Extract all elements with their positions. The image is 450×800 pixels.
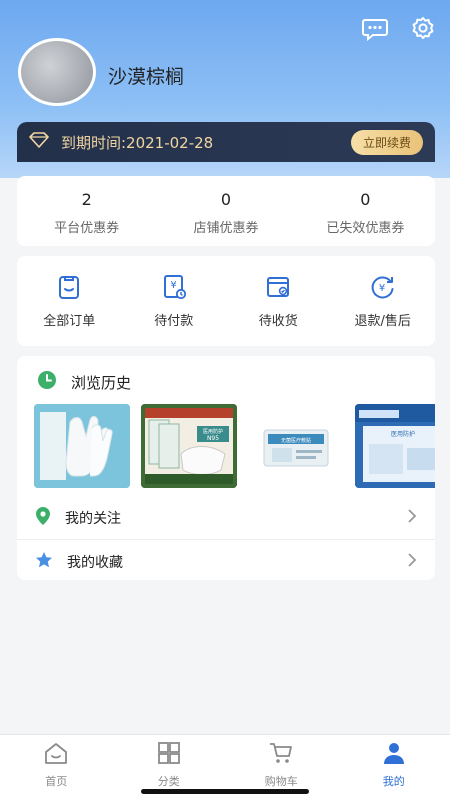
membership-bar: 到期时间:2021-02-28 立即续费 (17, 122, 435, 162)
product-thumbnail-protective[interactable]: 医用防护 (355, 404, 435, 488)
coupon-label: 平台优惠券 (54, 221, 120, 236)
settings-icon[interactable] (408, 14, 438, 44)
location-pin-icon (35, 506, 51, 530)
home-indicator (141, 789, 309, 794)
username: 沙漠棕榈 (108, 66, 185, 88)
user-icon (381, 741, 407, 769)
diamond-icon (29, 132, 49, 152)
tab-label: 购物车 (264, 775, 298, 788)
store-coupons[interactable]: 0 店铺优惠券 (156, 176, 295, 246)
expired-coupons[interactable]: 0 已失效优惠券 (296, 176, 435, 246)
coupon-count: 2 (81, 190, 92, 209)
star-icon (35, 551, 53, 573)
tab-label: 首页 (45, 775, 68, 788)
platform-coupons[interactable]: 2 平台优惠券 (17, 176, 156, 246)
coupon-count: 0 (220, 190, 232, 209)
tab-mine[interactable]: 我的 (338, 735, 450, 800)
order-label: 退款/售后 (354, 314, 411, 329)
coupon-label: 已失效优惠券 (326, 221, 405, 236)
browse-history-card: 浏览历史 医用防护 N95 无菌医疗敷贴 医用防护 我的关注 我的收藏 (17, 356, 435, 580)
coupon-summary: 2 平台优惠券 0 店铺优惠券 0 已失效优惠券 (17, 176, 435, 246)
svg-text:N95: N95 (207, 435, 219, 442)
cart-icon (268, 741, 294, 769)
my-favorites-label: 我的收藏 (67, 555, 123, 571)
header-actions (360, 14, 438, 44)
svg-text:医用防护: 医用防护 (203, 428, 223, 435)
my-favorites-row[interactable]: 我的收藏 (17, 540, 435, 584)
my-follows-label: 我的关注 (65, 510, 121, 527)
my-follows-row[interactable]: 我的关注 (17, 496, 435, 540)
history-title: 浏览历史 (71, 373, 132, 392)
refund-button[interactable]: ¥ 退款/售后 (331, 256, 436, 346)
order-shortcuts: 全部订单 ¥ 待付款 待收货 ¥ 退款/售后 (17, 256, 435, 346)
product-thumbnail-n95[interactable]: 医用防护 N95 (141, 404, 237, 488)
coupon-label: 店铺优惠券 (193, 221, 259, 236)
history-thumbnails: 医用防护 N95 无菌医疗敷贴 医用防护 (34, 404, 435, 488)
chevron-right-icon (407, 508, 417, 528)
avatar[interactable] (18, 38, 96, 106)
tab-label: 分类 (157, 775, 180, 788)
order-label: 待收货 (258, 314, 298, 329)
chevron-right-icon (407, 552, 417, 572)
coupon-count: 0 (360, 190, 371, 209)
order-label: 全部订单 (43, 314, 96, 329)
pending-payment-button[interactable]: ¥ 待付款 (122, 256, 227, 346)
tab-label: 我的 (382, 775, 405, 788)
product-thumbnail-gloves[interactable] (34, 404, 130, 488)
history-header[interactable]: 浏览历史 (37, 370, 131, 394)
svg-text:¥: ¥ (170, 280, 176, 291)
expiry-date: 到期时间:2021-02-28 (61, 133, 214, 152)
refund-icon: ¥ (370, 274, 396, 300)
clipboard-icon (56, 274, 82, 300)
delivery-icon (265, 274, 291, 300)
tab-home[interactable]: 首页 (0, 735, 113, 800)
product-thumbnail-dressing[interactable]: 无菌医疗敷贴 (248, 404, 344, 488)
pending-delivery-button[interactable]: 待收货 (226, 256, 331, 346)
svg-text:¥: ¥ (379, 283, 385, 294)
home-icon (43, 741, 69, 769)
svg-text:医用防护: 医用防护 (391, 430, 415, 438)
clock-icon (37, 370, 57, 394)
payment-icon: ¥ (161, 274, 187, 300)
all-orders-button[interactable]: 全部订单 (17, 256, 122, 346)
chat-icon[interactable] (360, 14, 390, 44)
grid-icon (156, 741, 182, 769)
svg-text:无菌医疗敷贴: 无菌医疗敷贴 (281, 437, 311, 444)
order-label: 待付款 (154, 314, 194, 329)
renew-button[interactable]: 立即续费 (350, 129, 423, 155)
